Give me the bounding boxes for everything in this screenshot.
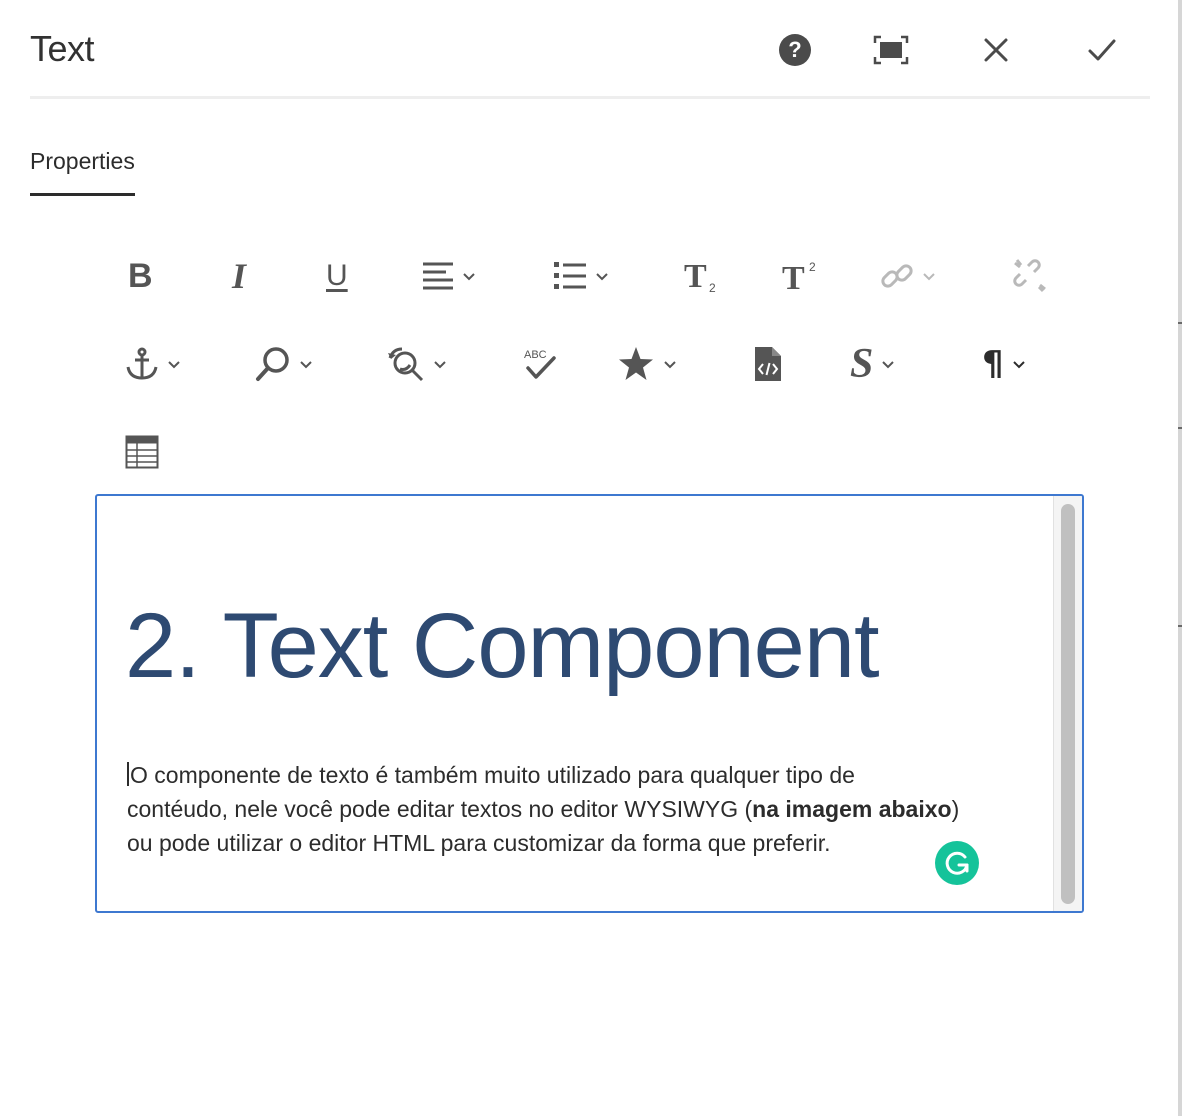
grammarly-button[interactable] [935, 841, 979, 885]
svg-text:ABC: ABC [524, 349, 547, 361]
unlink-button[interactable] [1012, 246, 1048, 306]
underline-button[interactable]: U [326, 246, 348, 306]
chevron-down-icon [434, 360, 446, 368]
align-left-icon [423, 262, 453, 290]
unlink-icon [1013, 259, 1046, 293]
justify-dropdown[interactable] [422, 246, 476, 306]
subscript-button[interactable]: T 2 [684, 246, 720, 306]
fullscreen-button[interactable] [869, 28, 913, 72]
paragraph-format-dropdown[interactable]: ¶ [982, 334, 1026, 394]
pilcrow-icon: ¶ [982, 344, 1004, 384]
link-icon [881, 264, 913, 288]
paragraph-line-3: ou pode utilizar o editor HTML para cust… [127, 830, 831, 856]
editor-scrollbar-thumb[interactable] [1061, 504, 1075, 904]
superscript-button[interactable]: T 2 [782, 246, 820, 306]
help-icon: ? [779, 34, 811, 66]
table-icon [125, 435, 159, 469]
dialog-title: Text [30, 28, 95, 69]
chevron-down-icon [463, 272, 475, 280]
chevron-down-icon [168, 360, 180, 368]
styles-dropdown[interactable]: S [850, 334, 895, 394]
styles-icon: S [850, 341, 874, 387]
editor-paragraph: O componente de texto é também muito uti… [127, 758, 997, 860]
star-icon [619, 347, 653, 380]
underline-icon: U [326, 259, 348, 292]
done-button[interactable] [1080, 28, 1124, 72]
svg-text:2: 2 [709, 281, 716, 293]
paragraph-line-2: contéudo, nele você pode editar textos n… [127, 796, 753, 822]
find-dropdown[interactable] [255, 334, 313, 394]
superscript-icon: T 2 [782, 260, 816, 293]
svg-text:?: ? [788, 37, 801, 62]
svg-text:T: T [782, 260, 805, 293]
checkmark-icon [1088, 39, 1116, 61]
spellcheck-button[interactable]: ABC [522, 334, 558, 394]
fullscreen-icon [873, 35, 909, 65]
anchor-dropdown[interactable] [125, 334, 181, 394]
editor-scrollbar[interactable] [1053, 496, 1082, 911]
text-cursor [127, 762, 129, 786]
search-icon [256, 347, 289, 381]
close-button[interactable] [974, 28, 1018, 72]
chevron-down-icon [882, 360, 895, 368]
special-characters-dropdown[interactable] [617, 334, 677, 394]
chevron-down-icon [596, 272, 608, 280]
italic-button[interactable]: I [232, 246, 246, 306]
chevron-down-icon [1012, 360, 1025, 368]
svg-text:2: 2 [809, 260, 816, 274]
code-file-icon [755, 347, 781, 381]
dialog-header: Text ? [30, 0, 1150, 99]
subscript-icon: T 2 [684, 259, 716, 293]
lists-dropdown[interactable] [553, 246, 609, 306]
paragraph-bold-text: na imagem abaixo [752, 796, 952, 822]
find-replace-dropdown[interactable] [387, 334, 447, 394]
italic-icon: I [232, 256, 247, 296]
window-edge [1178, 0, 1182, 1116]
table-button[interactable] [125, 422, 159, 482]
source-edit-button[interactable] [754, 334, 782, 394]
help-button[interactable]: ? [773, 28, 817, 72]
bulleted-list-icon [554, 262, 586, 289]
grammarly-icon [945, 851, 969, 875]
bold-button[interactable]: B [128, 246, 153, 306]
spellcheck-icon: ABC [524, 349, 556, 379]
bold-icon: B [128, 256, 153, 295]
chevron-down-icon [664, 360, 676, 368]
anchor-icon [126, 347, 158, 380]
editor-heading: 2. Text Component [125, 595, 880, 697]
find-replace-icon [388, 347, 424, 382]
chevron-down-icon [300, 360, 312, 368]
chevron-down-icon [923, 272, 935, 280]
paragraph-line-2-end: ) [951, 796, 960, 822]
svg-text:T: T [684, 259, 707, 293]
close-icon [984, 38, 1008, 62]
tab-properties[interactable]: Properties [30, 148, 135, 196]
rich-text-editor[interactable]: 2. Text Component O componente de texto … [95, 494, 1084, 913]
link-dropdown[interactable] [880, 246, 936, 306]
paragraph-line-1: O componente de texto é também muito uti… [130, 762, 855, 788]
